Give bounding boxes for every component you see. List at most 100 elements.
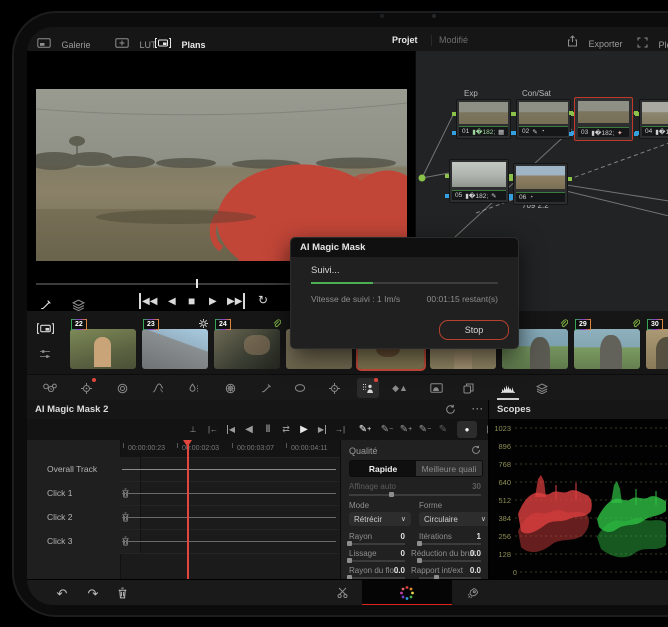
node-04[interactable]: 04▮�182;◯	[635, 99, 668, 139]
node-05[interactable]: 05 ▮�182; ✎	[445, 159, 513, 203]
deliver-page-button[interactable]	[467, 587, 479, 599]
clip-thumbnail[interactable]	[214, 329, 280, 369]
wipe-stack-button[interactable]	[531, 378, 553, 398]
quality-fast-option[interactable]: Rapide	[350, 461, 416, 476]
node-mask-input-port[interactable]	[509, 196, 513, 200]
scrubber-playhead[interactable]	[196, 279, 198, 288]
node-input-port[interactable]	[569, 111, 573, 115]
cut-page-button[interactable]	[337, 587, 350, 598]
warper-mesh-button[interactable]	[219, 378, 241, 398]
param-slider[interactable]	[347, 541, 405, 546]
loop-button[interactable]: ↻	[258, 292, 268, 308]
redo-button[interactable]: ↷	[84, 583, 102, 604]
add-keyframe-button[interactable]: ⊥	[185, 419, 201, 440]
erase-stroke-pen-button[interactable]: ✎ −	[379, 419, 395, 440]
ipad-frame: Galerie LUT Plans Projet Modifié Exporte…	[12, 11, 668, 617]
track-lane[interactable]	[120, 457, 340, 482]
stop-button[interactable]: ■	[188, 293, 195, 309]
export-button[interactable]: Exporter	[567, 34, 622, 52]
skip-end-button[interactable]: ▶	[314, 419, 330, 440]
last-frame-button[interactable]: ▶▶	[227, 293, 246, 309]
node-mask-input-port[interactable]	[569, 132, 573, 136]
go-next-keyframe-button[interactable]: →|	[332, 419, 348, 440]
clips-filter-button[interactable]	[37, 323, 54, 334]
node-06[interactable]: 06 ◔	[509, 163, 572, 205]
node-02[interactable]: 02 ✎ ◔	[512, 99, 575, 139]
reset-icon[interactable]	[445, 404, 456, 415]
tracker-button[interactable]	[323, 378, 345, 398]
shape-value: Circulaire	[424, 514, 458, 524]
track-reverse-button[interactable]: ◀	[241, 419, 257, 440]
track-lane[interactable]	[120, 505, 340, 530]
color-wheels-button[interactable]	[39, 378, 61, 398]
waveform-scope[interactable]: 1023 896 768 640 512 384 256 128 0	[489, 419, 668, 579]
timeline-filter-button[interactable]	[39, 349, 51, 359]
skip-start-button[interactable]: ◀	[223, 419, 239, 440]
node-input-port[interactable]	[512, 112, 516, 116]
track-forward-button[interactable]: ▶	[296, 419, 312, 440]
first-frame-button[interactable]: ◀◀	[139, 293, 157, 309]
node-input-port[interactable]	[452, 112, 456, 116]
play-button[interactable]: ▶	[209, 293, 217, 309]
param-slider[interactable]	[417, 541, 481, 546]
erase-touch-pen-button[interactable]: ✎ −	[417, 419, 433, 440]
track-bidirectional-button[interactable]: ⇄	[278, 419, 294, 440]
notification-dot	[92, 378, 96, 382]
node-input-port[interactable]	[635, 112, 639, 116]
node-01[interactable]: 01 ▮�182; ▦	[452, 99, 515, 139]
add-stroke-pen-button[interactable]: ✎ +	[357, 419, 373, 440]
shape-select[interactable]: Circulaire ∨	[419, 512, 491, 526]
node-input-port[interactable]	[445, 174, 449, 178]
delete-button[interactable]	[117, 587, 128, 599]
clip-thumbnail[interactable]	[142, 329, 208, 369]
scopes-button[interactable]	[497, 378, 519, 400]
node-output-port[interactable]	[568, 177, 572, 181]
hdr-grade-button[interactable]	[111, 378, 133, 398]
undo-button[interactable]: ↶	[53, 583, 71, 604]
color-page-tab-active[interactable]	[362, 580, 452, 605]
refine-slider[interactable]	[349, 492, 481, 497]
ruler-tick	[232, 443, 233, 448]
node-input-port[interactable]	[509, 177, 513, 181]
stroke-options-pen-button[interactable]: ✎	[436, 419, 450, 440]
clip-thumbnail[interactable]	[70, 329, 136, 369]
curves-button[interactable]	[147, 378, 169, 398]
clip-thumbnail[interactable]	[574, 329, 640, 369]
add-touch-pen-button[interactable]: ✎ +	[398, 419, 414, 440]
stop-tracking-button[interactable]: Stop	[439, 320, 509, 340]
video-frame[interactable]	[36, 89, 407, 261]
node-pen-icon: ✎	[532, 128, 538, 136]
quality-best-option[interactable]: Meilleure quali	[416, 461, 482, 476]
mask-overlay-button[interactable]	[425, 378, 447, 398]
qualifier-button[interactable]	[255, 378, 277, 398]
param-slider[interactable]	[417, 558, 481, 563]
blur-button[interactable]: ◆▲	[389, 378, 411, 398]
node-mask-input-port[interactable]	[635, 131, 639, 135]
ruler-timecode: 00:00:00:23	[128, 445, 165, 452]
reset-icon[interactable]	[471, 445, 481, 455]
color-warper-button[interactable]	[183, 378, 205, 398]
go-prev-keyframe-button[interactable]: |←	[205, 419, 221, 440]
power-window-button[interactable]	[289, 378, 311, 398]
panel-more-button[interactable]: ···	[472, 404, 484, 414]
grab-still-button[interactable]	[457, 378, 479, 398]
mask-overlay-toggle[interactable]: ●	[457, 421, 477, 438]
fullscreen-icon	[637, 37, 648, 48]
node-mask-input-port[interactable]	[452, 131, 456, 135]
magic-mask-button[interactable]	[357, 378, 379, 398]
node-03-selected[interactable]: 03 ▮�182; ✦	[569, 97, 638, 141]
play-reverse-button[interactable]: ◀	[168, 293, 176, 309]
primaries-button[interactable]	[75, 378, 97, 398]
track-lane[interactable]	[120, 529, 340, 554]
track-lane[interactable]	[120, 481, 340, 506]
node-mask-input-port[interactable]	[512, 131, 516, 135]
clip-thumbnail[interactable]	[646, 329, 668, 369]
fullscreen-label: Plein écran	[658, 40, 668, 50]
pause-tracking-button[interactable]: ‖	[260, 419, 276, 440]
node-mask-input-port[interactable]	[445, 194, 449, 198]
clip-figure	[94, 337, 111, 367]
blur-drops-icon: ◆▲	[392, 382, 408, 393]
timeline-playhead[interactable]	[183, 440, 192, 579]
mode-select[interactable]: Rétrécir ∨	[349, 512, 411, 526]
param-slider[interactable]	[347, 558, 405, 563]
